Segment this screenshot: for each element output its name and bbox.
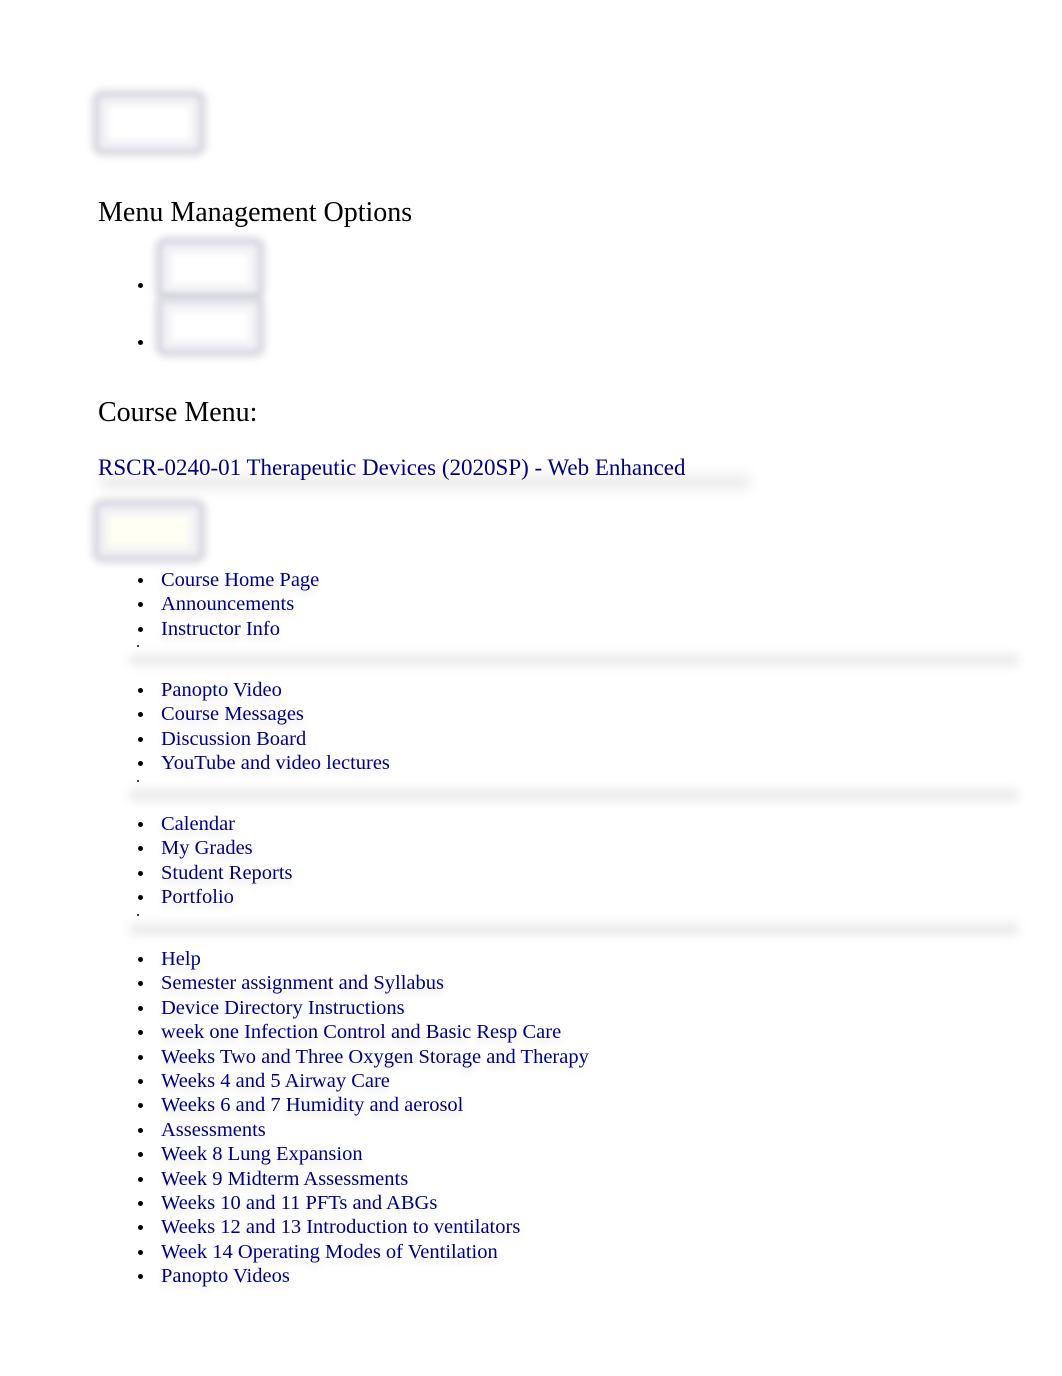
menu-management-heading: Menu Management Options — [98, 197, 413, 228]
menu-link-announcements[interactable]: Announcements — [161, 592, 294, 616]
list-bullet — [138, 1152, 143, 1158]
menu-link-youtube-lectures[interactable]: YouTube and video lectures — [161, 751, 390, 775]
divider-bar — [130, 654, 1018, 666]
divider-bullet — [137, 645, 139, 647]
list-bullet — [138, 895, 143, 901]
list-bullet — [138, 1127, 143, 1133]
list-bullet — [138, 578, 143, 583]
menu-link-student-reports[interactable]: Student Reports — [161, 861, 293, 885]
list-bullet — [138, 1078, 143, 1084]
list-bullet — [138, 1200, 143, 1206]
divider-bullet — [137, 780, 139, 782]
list-bullet — [138, 870, 143, 876]
menu-link-assessments[interactable]: Assessments — [161, 1118, 266, 1142]
menu-link-week-9[interactable]: Week 9 Midterm Assessments — [161, 1167, 408, 1191]
menu-link-panopto-videos[interactable]: Panopto Videos — [161, 1264, 290, 1288]
list-bullet — [138, 1054, 143, 1060]
list-bullet — [138, 822, 143, 827]
list-bullet — [138, 957, 143, 962]
menu-link-week-8[interactable]: Week 8 Lung Expansion — [161, 1142, 363, 1166]
divider-bullet — [137, 914, 139, 916]
menu-link-week-one[interactable]: week one Infection Control and Basic Res… — [161, 1020, 561, 1044]
menu-link-panopto-video[interactable]: Panopto Video — [161, 678, 282, 702]
menu-link-weeks-6-7[interactable]: Weeks 6 and 7 Humidity and aerosol — [161, 1093, 463, 1117]
list-bullet — [138, 1103, 143, 1109]
menu-divider — [0, 642, 1062, 672]
course-menu-heading: Course Menu: — [98, 397, 258, 428]
course-menu-toggle-button[interactable] — [95, 502, 203, 560]
course-title-link[interactable]: RSCR-0240-01 Therapeutic Devices (2020SP… — [98, 453, 686, 483]
toggle-button-face — [109, 516, 189, 546]
list-bullet — [138, 283, 143, 288]
list-bullet — [138, 1274, 143, 1280]
menu-link-help[interactable]: Help — [161, 947, 201, 971]
menu-divider — [0, 777, 1062, 807]
menu-divider — [0, 911, 1062, 941]
menu-link-course-messages[interactable]: Course Messages — [161, 702, 304, 726]
menu-link-my-grades[interactable]: My Grades — [161, 836, 253, 860]
list-bullet — [138, 626, 143, 632]
menu-link-instructor-info[interactable]: Instructor Info — [161, 617, 280, 641]
divider-bar — [130, 789, 1018, 801]
list-bullet — [138, 1176, 143, 1182]
option-button-face — [172, 254, 248, 284]
list-bullet — [138, 340, 143, 345]
menu-link-weeks-two-three[interactable]: Weeks Two and Three Oxygen Storage and T… — [161, 1045, 589, 1069]
menu-management-option-1[interactable] — [158, 240, 262, 298]
menu-link-week-14[interactable]: Week 14 Operating Modes of Ventilation — [161, 1240, 498, 1264]
list-bullet — [138, 736, 143, 742]
list-bullet — [138, 761, 143, 767]
menu-link-discussion-board[interactable]: Discussion Board — [161, 727, 306, 751]
menu-link-syllabus[interactable]: Semester assignment and Syllabus — [161, 971, 444, 995]
menu-link-portfolio[interactable]: Portfolio — [161, 885, 234, 909]
menu-link-course-home-page[interactable]: Course Home Page — [161, 568, 319, 592]
list-bullet — [138, 712, 143, 718]
top-toggle-button[interactable] — [95, 93, 203, 153]
menu-link-device-directory[interactable]: Device Directory Instructions — [161, 996, 405, 1020]
list-bullet — [138, 1005, 143, 1011]
list-bullet — [138, 688, 143, 693]
list-bullet — [138, 846, 143, 852]
menu-link-weeks-4-5[interactable]: Weeks 4 and 5 Airway Care — [161, 1069, 390, 1093]
list-bullet — [138, 1030, 143, 1036]
menu-management-option-2[interactable] — [158, 298, 262, 354]
divider-bar — [130, 923, 1018, 935]
menu-link-weeks-10-11[interactable]: Weeks 10 and 11 PFTs and ABGs — [161, 1191, 437, 1215]
menu-link-calendar[interactable]: Calendar — [161, 812, 235, 836]
list-bullet — [138, 1249, 143, 1255]
top-toggle-button-face — [109, 107, 189, 139]
list-bullet — [138, 1225, 143, 1231]
list-bullet — [138, 602, 143, 608]
list-bullet — [138, 981, 143, 987]
option-button-face — [172, 312, 248, 340]
menu-link-weeks-12-13[interactable]: Weeks 12 and 13 Introduction to ventilat… — [161, 1215, 520, 1239]
